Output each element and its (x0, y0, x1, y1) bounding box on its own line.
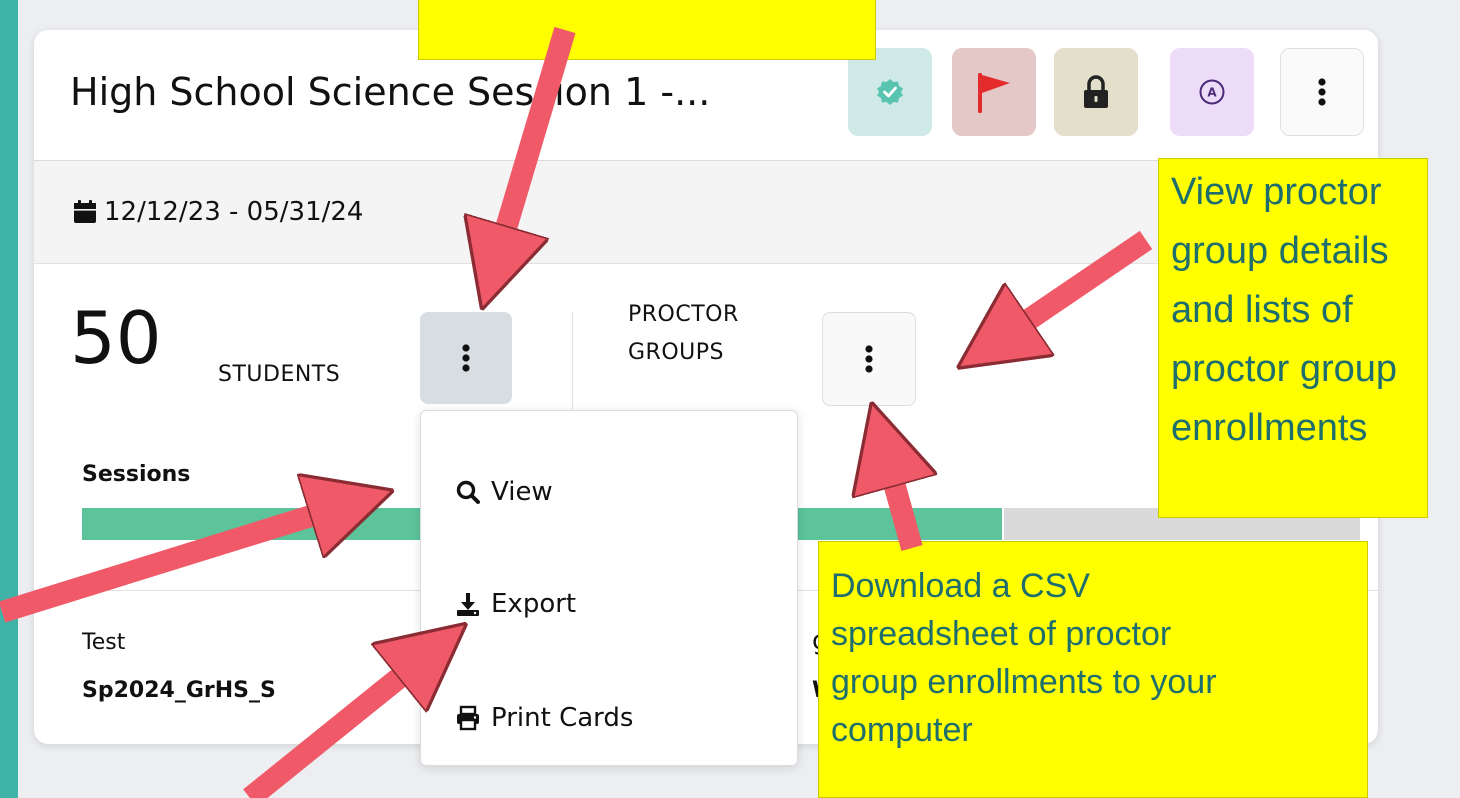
arrow-to-export (243, 648, 436, 798)
arrow-to-sessions (0, 502, 356, 623)
arrow-to-proctor-menu (990, 230, 1153, 346)
arrow-to-proctor-menu-below (882, 440, 912, 551)
annotation-arrows (0, 26, 1153, 798)
arrow-to-students-menu (493, 26, 576, 272)
